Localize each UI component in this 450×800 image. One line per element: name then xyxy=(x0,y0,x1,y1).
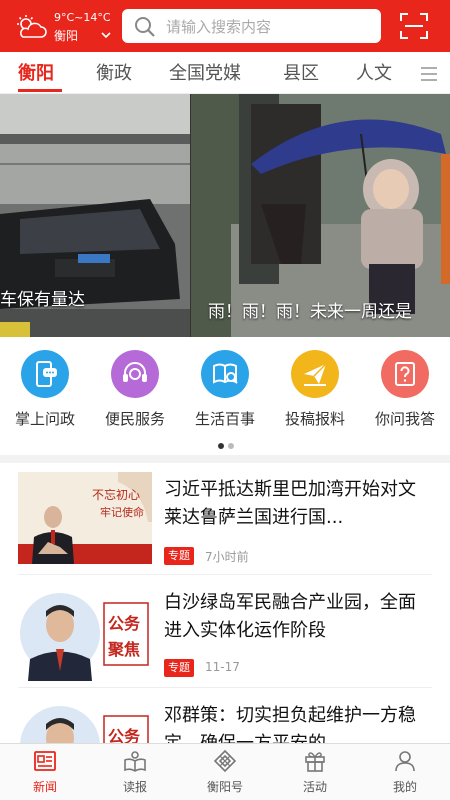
nav-activities[interactable]: 活动 xyxy=(270,744,360,800)
thumb-label-1: 公务 xyxy=(108,614,141,633)
banner-slide-rain[interactable]: 雨！雨！雨！未来一周还是 xyxy=(191,94,450,337)
section-divider xyxy=(0,455,450,463)
read-paper-icon xyxy=(124,751,146,772)
user-icon xyxy=(395,751,415,772)
banner-caption-2: 雨！雨！雨！未来一周还是 xyxy=(208,302,412,322)
service-label: 便民服务 xyxy=(104,410,165,428)
headset-icon xyxy=(123,362,147,382)
active-tab-indicator xyxy=(18,89,62,92)
weather-widget[interactable]: 9°C~14°C 衡阳 xyxy=(14,8,114,44)
gift-icon xyxy=(305,752,325,772)
service-icon-circle xyxy=(291,350,339,398)
news-tag: 专题 xyxy=(164,659,194,677)
service-convenience[interactable]: 便民服务 xyxy=(90,350,180,430)
chevron-down-icon[interactable] xyxy=(100,30,112,40)
pager-dot-active xyxy=(218,443,224,449)
search-placeholder[interactable]: 请输入搜索内容 xyxy=(166,16,271,37)
service-icon-circle xyxy=(111,350,159,398)
quick-services: 掌上问政 便民服务 生活百事 投稿报料 你问我答 xyxy=(0,337,450,455)
service-label: 你问我答 xyxy=(374,410,435,428)
thumb-slogan-1: 不忘初心 xyxy=(92,488,141,502)
nav-profile[interactable]: 我的 xyxy=(360,744,450,800)
news-thumbnail-image xyxy=(20,593,149,681)
pager-dot xyxy=(228,443,234,449)
service-icon-circle xyxy=(21,350,69,398)
search-icon xyxy=(135,17,155,37)
nav-label: 新闻 xyxy=(32,780,57,794)
news-title[interactable]: 白沙绿岛军民融合产业园，全面进入实体化运作阶段 xyxy=(164,589,432,645)
top-header: 9°C~14°C 衡阳 请输入搜索内容 xyxy=(0,0,450,52)
phone-chat-icon xyxy=(36,361,57,387)
book-search-icon xyxy=(213,363,238,384)
banner-carousel[interactable]: 车保有量达 雨！雨！雨！未来一周还是 xyxy=(0,94,450,337)
news-thumbnail: 不忘初心 牢记使命 xyxy=(18,472,152,564)
menu-icon[interactable] xyxy=(420,66,438,82)
tab-national-media[interactable]: 全国党媒 xyxy=(169,59,241,85)
category-tabs: 衡阳 衡政 全国党媒 县区 人文 xyxy=(0,52,450,94)
tab-hengyang[interactable]: 衡阳 xyxy=(18,59,54,85)
pager-dots xyxy=(218,443,238,449)
nav-news[interactable]: 新闻 xyxy=(0,744,90,800)
news-tag: 专题 xyxy=(164,547,194,565)
news-item[interactable]: 公务 聚焦 白沙绿岛军民融合产业园，全面进入实体化运作阶段 专题 11-17 xyxy=(0,575,450,688)
nav-hengyang-hao[interactable]: 衡阳号 xyxy=(180,744,270,800)
service-life-affairs[interactable]: 生活百事 xyxy=(180,350,270,430)
nav-label: 衡阳号 xyxy=(206,780,243,794)
nav-label: 我的 xyxy=(392,780,417,794)
news-item[interactable]: 不忘初心 牢记使命 习近平抵达斯里巴加湾开始对文莱达鲁萨兰国进行国... 专题 … xyxy=(0,463,450,575)
tab-county[interactable]: 县区 xyxy=(283,59,319,85)
cloudy-sun-icon xyxy=(17,15,47,38)
city-selector[interactable]: 衡阳 xyxy=(54,27,78,44)
service-label: 生活百事 xyxy=(194,410,255,428)
news-thumbnail: 公务 聚焦 xyxy=(18,589,152,681)
nav-label: 读报 xyxy=(122,780,147,794)
news-title[interactable]: 习近平抵达斯里巴加湾开始对文莱达鲁萨兰国进行国... xyxy=(164,476,432,532)
service-submit-tip[interactable]: 投稿报料 xyxy=(270,350,360,430)
question-doc-icon xyxy=(395,362,415,386)
bottom-nav: 新闻 读报 衡阳号 活动 我的 xyxy=(0,743,450,800)
tab-culture[interactable]: 人文 xyxy=(356,59,392,85)
service-icon-circle xyxy=(381,350,429,398)
scan-icon[interactable] xyxy=(399,12,429,40)
paper-plane-icon xyxy=(304,363,327,386)
newspaper-icon xyxy=(34,751,56,771)
news-time: 11-17 xyxy=(205,660,240,674)
service-qa[interactable]: 你问我答 xyxy=(360,350,450,430)
service-label: 投稿报料 xyxy=(284,410,345,428)
search-bar[interactable]: 请输入搜索内容 xyxy=(122,9,381,43)
service-online-inquiry[interactable]: 掌上问政 xyxy=(0,350,90,430)
nav-read-paper[interactable]: 读报 xyxy=(90,744,180,800)
news-thumbnail: 公务 xyxy=(18,702,152,743)
service-icon-circle xyxy=(201,350,249,398)
service-label: 掌上问政 xyxy=(14,410,75,428)
thumb-label-2: 聚焦 xyxy=(108,640,141,659)
banner-caption-1: 车保有量达 xyxy=(0,290,85,310)
thumb-label-1: 公务 xyxy=(108,727,141,743)
weather-temperature: 9°C~14°C xyxy=(54,11,111,24)
news-item[interactable]: 公务 邓群策：切实担负起维护一方稳定、确保一方平安的 xyxy=(0,688,450,743)
diamond-grid-icon xyxy=(213,749,237,773)
nav-label: 活动 xyxy=(302,780,327,794)
banner-slide-parking[interactable]: 车保有量达 xyxy=(0,94,190,337)
thumb-slogan-2: 牢记使命 xyxy=(100,506,144,519)
news-title[interactable]: 邓群策：切实担负起维护一方稳定、确保一方平安的 xyxy=(164,702,432,743)
news-time: 7小时前 xyxy=(205,550,249,564)
tab-hengzheng[interactable]: 衡政 xyxy=(96,59,132,85)
